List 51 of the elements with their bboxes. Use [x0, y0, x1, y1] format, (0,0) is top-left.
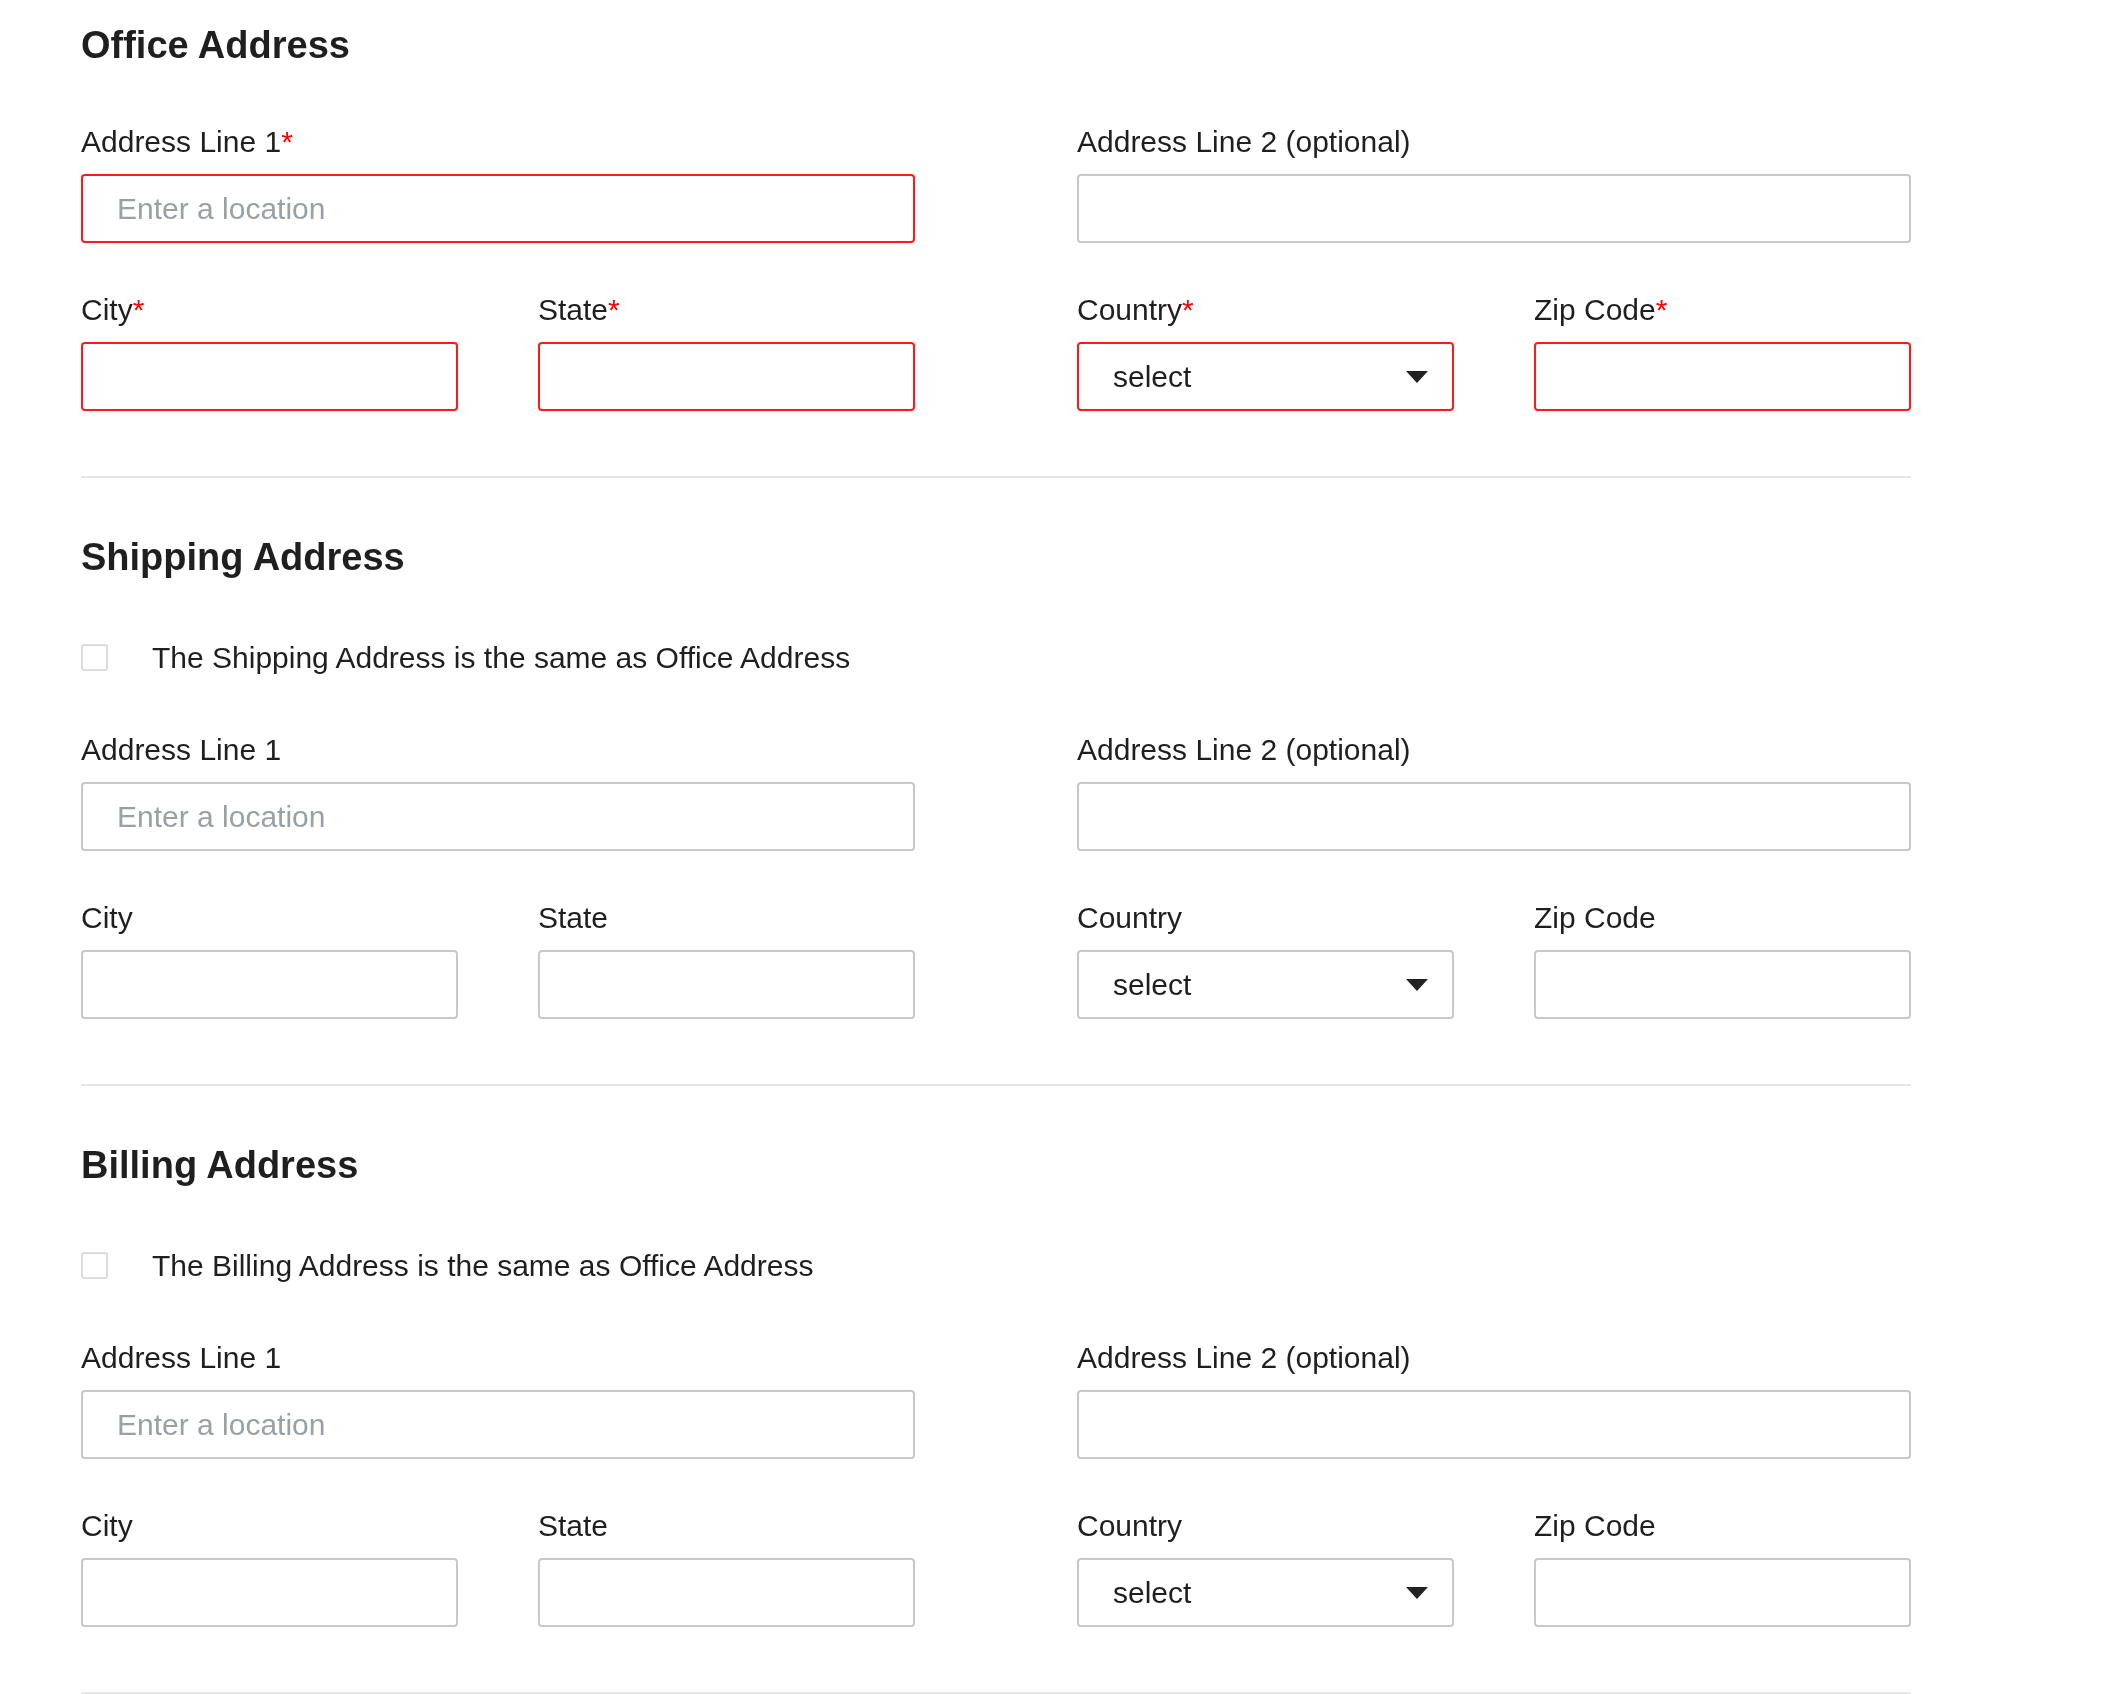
checkbox-label: The Billing Address is the same as Office Address: [152, 1247, 814, 1284]
field-label: Address Line 2 (optional): [1077, 124, 1411, 160]
section-heading: Billing Address: [81, 1143, 360, 1188]
checkbox[interactable]: [81, 1251, 108, 1279]
caret-icon: [1406, 370, 1428, 383]
input-field[interactable]: [81, 950, 458, 1019]
caret-icon: [1406, 1586, 1428, 1599]
field-label: Zip Code: [1534, 1508, 1656, 1544]
checkbox[interactable]: [81, 643, 108, 671]
input-field[interactable]: Enter a location: [81, 1390, 915, 1459]
field-label: Country: [1077, 292, 1183, 328]
input-field[interactable]: [81, 342, 458, 411]
input-field[interactable]: [1534, 950, 1911, 1019]
input-field[interactable]: [538, 950, 915, 1019]
input-field[interactable]: [538, 1558, 915, 1627]
field-label: Address Line 2 (optional): [1077, 732, 1411, 768]
checkbox-label: The Shipping Address is the same as Office Address: [152, 639, 851, 676]
field-label: State: [538, 292, 609, 328]
country-select[interactable]: select: [1077, 1558, 1454, 1627]
field-label: City: [81, 1508, 133, 1544]
input-field[interactable]: [1077, 1390, 1911, 1459]
required-mark: *: [281, 124, 293, 160]
field-label: City: [81, 900, 133, 936]
field-label: City: [81, 292, 133, 328]
section-heading: Shipping Address: [81, 535, 406, 580]
input-field[interactable]: [538, 342, 915, 411]
field-label: Address Line 1: [81, 124, 282, 160]
field-label: Address Line 1: [81, 1340, 282, 1376]
input-field[interactable]: Enter a location: [81, 782, 915, 851]
field-label: Address Line 1: [81, 732, 282, 768]
field-label: State: [538, 1508, 609, 1544]
field-label: Country: [1077, 900, 1183, 936]
input-field[interactable]: [1077, 782, 1911, 851]
input-field[interactable]: [81, 1558, 458, 1627]
input-field[interactable]: [1077, 174, 1911, 243]
required-mark: *: [132, 292, 145, 328]
field-label: Zip Code: [1534, 292, 1656, 328]
field-label: Zip Code: [1534, 900, 1656, 936]
input-field[interactable]: [1534, 342, 1911, 411]
input-field[interactable]: [1534, 1558, 1911, 1627]
field-label: Country: [1077, 1508, 1183, 1544]
country-select[interactable]: select: [1077, 950, 1454, 1019]
field-label: Address Line 2 (optional): [1077, 1340, 1411, 1376]
caret-icon: [1406, 978, 1428, 991]
section-heading: Office Address: [81, 23, 351, 68]
required-mark: *: [1182, 292, 1194, 328]
field-label: State: [538, 900, 609, 936]
input-field[interactable]: Enter a location: [81, 174, 915, 243]
required-mark: *: [608, 292, 620, 328]
required-mark: *: [1655, 292, 1668, 328]
country-select[interactable]: select: [1077, 342, 1454, 411]
